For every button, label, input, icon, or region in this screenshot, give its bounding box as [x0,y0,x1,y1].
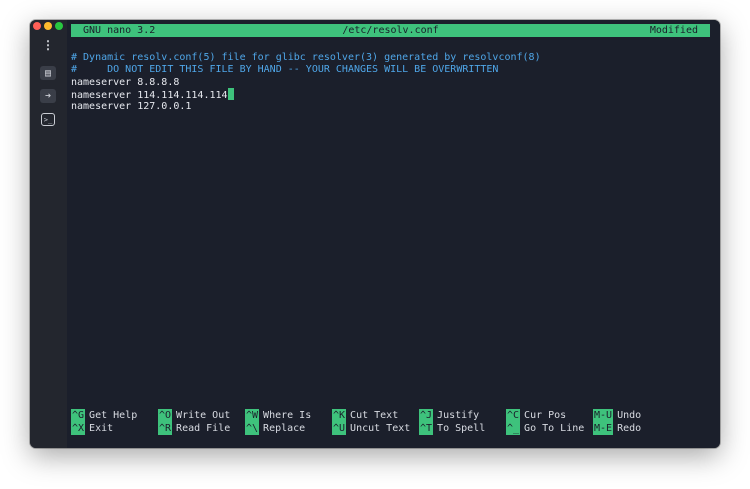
shortcut-key: ^T [419,422,434,435]
shortcut-key: ^C [506,409,521,422]
shortcut-key: ^X [71,422,86,435]
shortcut-key: ^O [158,409,173,422]
editor-line[interactable]: nameserver 127.0.0.1 [71,100,191,113]
shortcut-exit[interactable]: ^X Exit [71,422,113,435]
shortcut-key: ^R [158,422,173,435]
shortcut-uncut-text[interactable]: ^U Uncut Text [332,422,410,435]
shortcut-key: ^K [332,409,347,422]
shortcut-key: M-U [593,409,614,422]
shortcut-get-help[interactable]: ^G Get Help [71,409,137,422]
close-button[interactable] [33,22,41,30]
more-vertical-icon[interactable]: ⋮ [40,38,56,52]
shortcut-replace[interactable]: ^\ Replace [245,422,305,435]
shortcut-label: To Spell [437,423,486,434]
shortcut-key: ^W [245,409,260,422]
shortcut-label: Exit [89,423,114,434]
shortcut-label: Go To Line [524,423,585,434]
shortcut-go-to-line[interactable]: ^_ Go To Line [506,422,584,435]
shortcut-label: Undo [617,410,642,421]
nano-title-bar: GNU nano 3.2 /etc/resolv.conf Modified [71,24,710,37]
shortcut-key: ^G [71,409,86,422]
arrow-right-icon[interactable]: ➜ [40,89,56,103]
shortcut-label: Redo [617,423,642,434]
text-cursor [227,88,234,100]
shortcut-to-spell[interactable]: ^T To Spell [419,422,485,435]
maximize-button[interactable] [55,22,63,30]
shortcut-key: ^\ [245,422,260,435]
terminal-icon[interactable]: >_ [41,113,55,126]
sidebar: ⋮ ▤ ➜ >_ [30,20,67,448]
shortcut-key: ^U [332,422,347,435]
shortcut-write-out[interactable]: ^O Write Out [158,409,230,422]
shortcut-key: ^_ [506,422,521,435]
shortcut-cur-pos[interactable]: ^C Cur Pos [506,409,566,422]
shortcut-label: Read File [176,423,231,434]
shortcut-label: Where Is [263,410,312,421]
shortcut-label: Write Out [176,410,231,421]
shortcut-key: M-E [593,422,614,435]
shortcut-cut-text[interactable]: ^K Cut Text [332,409,398,422]
window-controls [33,22,63,30]
shortcut-key: ^J [419,409,434,422]
shortcut-read-file[interactable]: ^R Read File [158,422,230,435]
shortcut-redo[interactable]: M-E Redo [593,422,641,435]
terminal-window: ⋮ ▤ ➜ >_ GNU nano 3.2 /etc/resolv.conf M… [30,20,720,448]
shortcut-label: Cur Pos [524,410,567,421]
shortcut-label: Justify [437,410,480,421]
editor-line[interactable]: # DO NOT EDIT THIS FILE BY HAND -- YOUR … [71,63,498,76]
shortcut-label: Cut Text [350,410,399,421]
modified-status: Modified [649,25,698,36]
shortcut-justify[interactable]: ^J Justify [419,409,479,422]
shortcut-label: Uncut Text [350,423,411,434]
minimize-button[interactable] [44,22,52,30]
document-icon[interactable]: ▤ [40,66,56,80]
shortcut-where-is[interactable]: ^W Where Is [245,409,311,422]
shortcut-label: Get Help [89,410,138,421]
terminal-pane[interactable]: GNU nano 3.2 /etc/resolv.conf Modified #… [67,20,720,448]
file-path: /etc/resolv.conf [342,25,439,36]
shortcut-undo[interactable]: M-U Undo [593,409,641,422]
shortcut-label: Replace [263,423,306,434]
